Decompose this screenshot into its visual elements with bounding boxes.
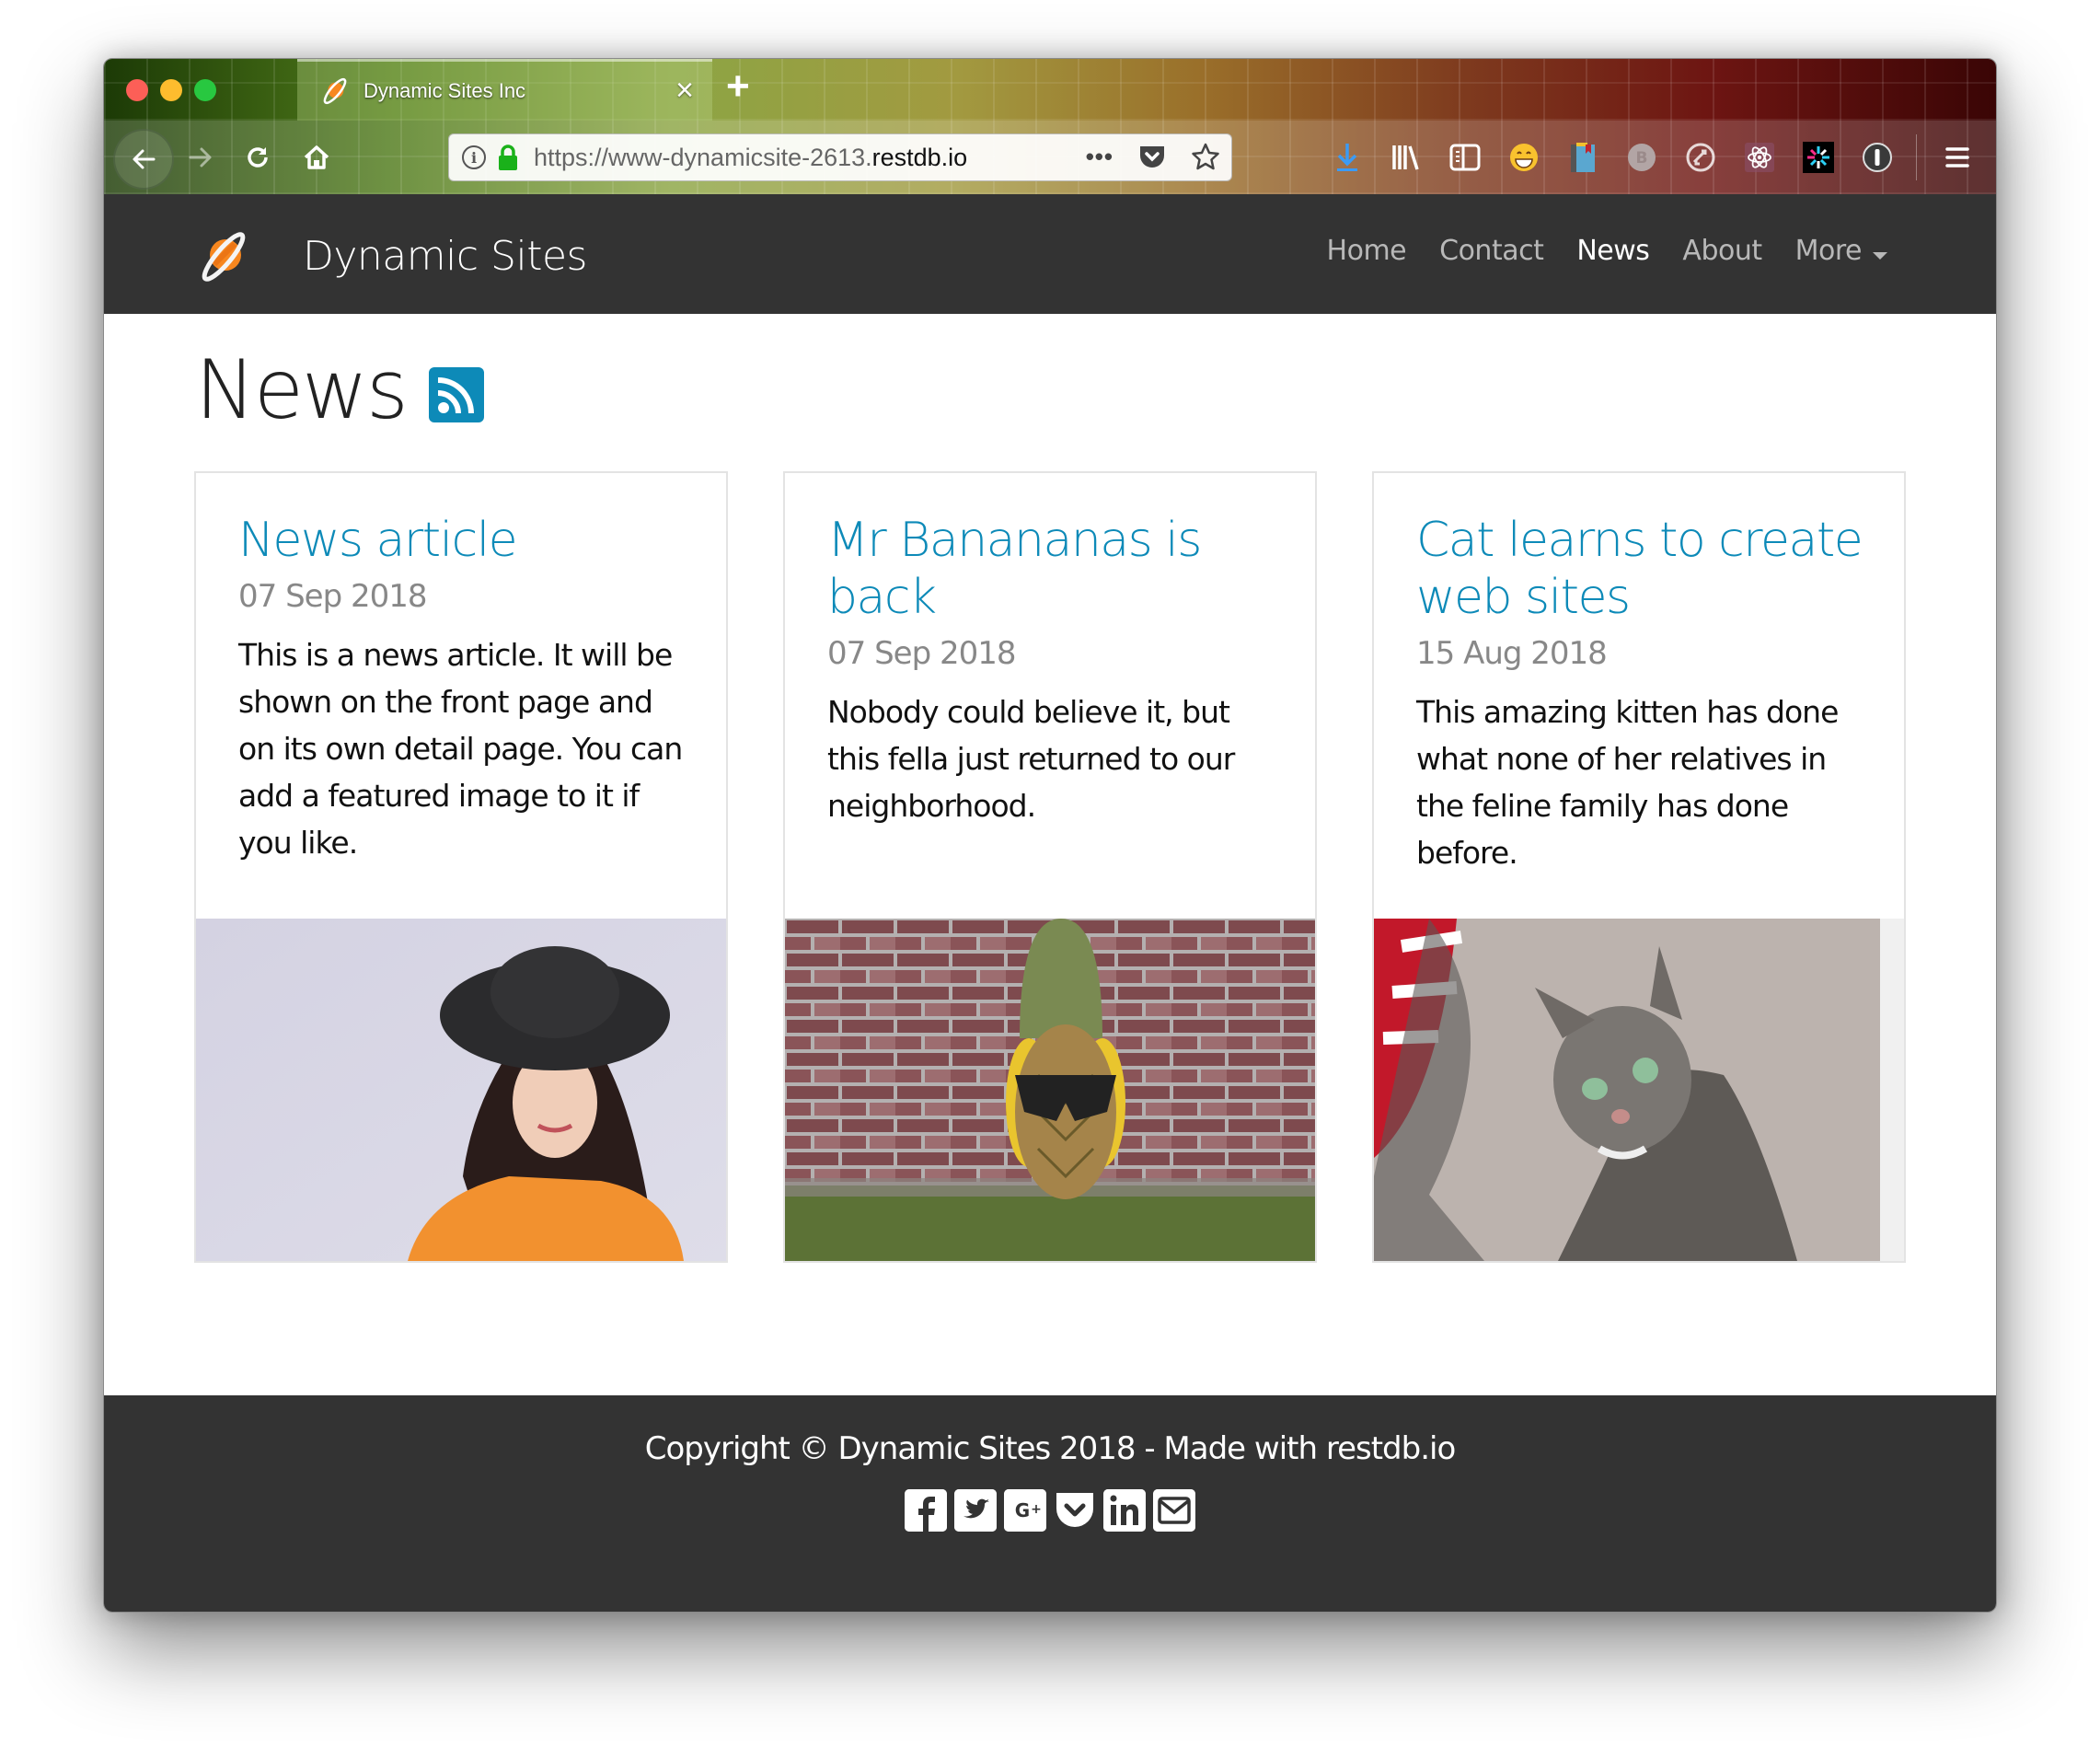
navigation-toolbar: i https://www-dynamicsite-2613.restdb.io… [104,121,1996,194]
minimize-window-button[interactable] [160,79,182,101]
email-icon[interactable] [1153,1489,1195,1532]
article-excerpt: Nobody could believe it, but this fella … [827,694,1235,824]
bookmark-star-icon[interactable] [1191,142,1220,171]
nav-home[interactable]: Home [1327,235,1407,267]
library-icon[interactable] [1386,137,1426,178]
woman-in-hat-image[interactable] [196,919,726,1261]
article-date: 07 Sep 2018 [827,635,1017,672]
tab-strip: Dynamic Sites Inc × + [104,59,1996,121]
new-tab-button[interactable]: + [726,66,750,107]
news-card: News article 07 Sep 2018 This is a news … [194,471,728,1263]
article-excerpt: This amazing kitten has done what none o… [1416,694,1839,871]
tab-close-icon[interactable]: × [675,75,694,106]
extension-toolbar: B [1327,121,1996,194]
pineapple-image[interactable] [785,919,1315,1261]
tab-title: Dynamic Sites Inc [363,79,526,102]
nav-more[interactable]: More [1795,235,1863,267]
news-card: Mr Banananas is back 07 Sep 2018 Nobody … [783,471,1317,1263]
twitter-icon[interactable] [954,1489,997,1532]
emoji-extension-icon[interactable] [1504,137,1544,178]
copyright-text: Copyright © Dynamic Sites 2018 - Made wi… [644,1430,1457,1467]
b-extension-icon[interactable]: B [1621,137,1662,178]
site-navbar: Dynamic Sites Home Contact News About Mo… [104,194,1996,314]
article-excerpt: This is a news article. It will be shown… [238,637,683,861]
pocket-icon[interactable] [1137,142,1167,171]
pocket-icon[interactable] [1054,1489,1096,1532]
main-nav: Home Contact News About More [1327,235,1887,267]
home-icon [304,145,329,169]
forward-arrow-icon [189,147,212,168]
svg-text:B: B [1636,149,1648,168]
facebook-icon[interactable] [905,1489,947,1532]
linkedin-icon[interactable] [1103,1489,1146,1532]
back-arrow-icon [133,149,156,169]
onepassword-icon[interactable] [1857,137,1898,178]
toolbar-separator [1916,134,1917,180]
article-date: 15 Aug 2018 [1416,635,1608,672]
zoom-window-button[interactable] [194,79,216,101]
reload-button[interactable] [233,133,283,182]
home-button[interactable] [292,133,341,182]
sidebar-icon[interactable] [1445,137,1485,178]
planet-favicon-icon [323,77,347,105]
brand-name-link[interactable]: Dynamic Sites [303,233,587,280]
site-info-icon[interactable]: i [462,145,486,169]
react-devtools-icon[interactable] [1739,137,1780,178]
article-date: 07 Sep 2018 [238,578,428,615]
url-text[interactable]: https://www-dynamicsite-2613.restdb.io [534,144,967,172]
browser-chrome: Dynamic Sites Inc × + i https://www-dyna… [104,59,1996,194]
caret-down-icon [1873,251,1887,260]
article-title-link[interactable]: News article [238,512,689,569]
forward-button[interactable] [176,133,225,182]
page-title: News [195,342,409,437]
nav-news[interactable]: News [1576,235,1650,267]
tab-dynamic-sites[interactable]: Dynamic Sites Inc × [297,59,712,121]
colorful-extension-icon[interactable] [1798,137,1839,178]
sync-extension-icon[interactable] [1680,137,1721,178]
site-footer: Copyright © Dynamic Sites 2018 - Made wi… [104,1395,1996,1612]
reload-icon [248,147,268,168]
close-window-button[interactable] [126,79,148,101]
download-icon[interactable] [1327,137,1367,178]
page-header: News [195,344,484,436]
rss-icon[interactable] [428,367,484,422]
back-button[interactable] [113,129,174,190]
browser-window: Dynamic Sites Inc × + i https://www-dyna… [103,58,1997,1613]
tabby-cat-image[interactable] [1374,919,1904,1261]
article-title-link[interactable]: Mr Banananas is back [827,512,1278,626]
article-title-link[interactable]: Cat learns to create web sites [1416,512,1867,626]
bookmark-extension-icon[interactable] [1563,137,1603,178]
address-bar[interactable]: i https://www-dynamicsite-2613.restdb.io… [448,133,1232,181]
nav-more-dropdown[interactable]: More [1795,235,1887,267]
nav-contact[interactable]: Contact [1439,235,1544,267]
news-card: Cat learns to create web sites 15 Aug 20… [1372,471,1906,1263]
google-plus-icon[interactable]: G + [1004,1489,1046,1532]
hamburger-menu-icon[interactable] [1937,137,1978,178]
svg-text:G: G [1015,1499,1030,1521]
page-actions-icon[interactable]: ••• [1086,143,1113,171]
svg-text:+: + [1031,1502,1042,1517]
social-links: G + [104,1489,1996,1532]
planet-logo-icon[interactable] [194,227,253,286]
secure-lock-icon[interactable] [497,144,519,171]
nav-about[interactable]: About [1682,235,1762,267]
